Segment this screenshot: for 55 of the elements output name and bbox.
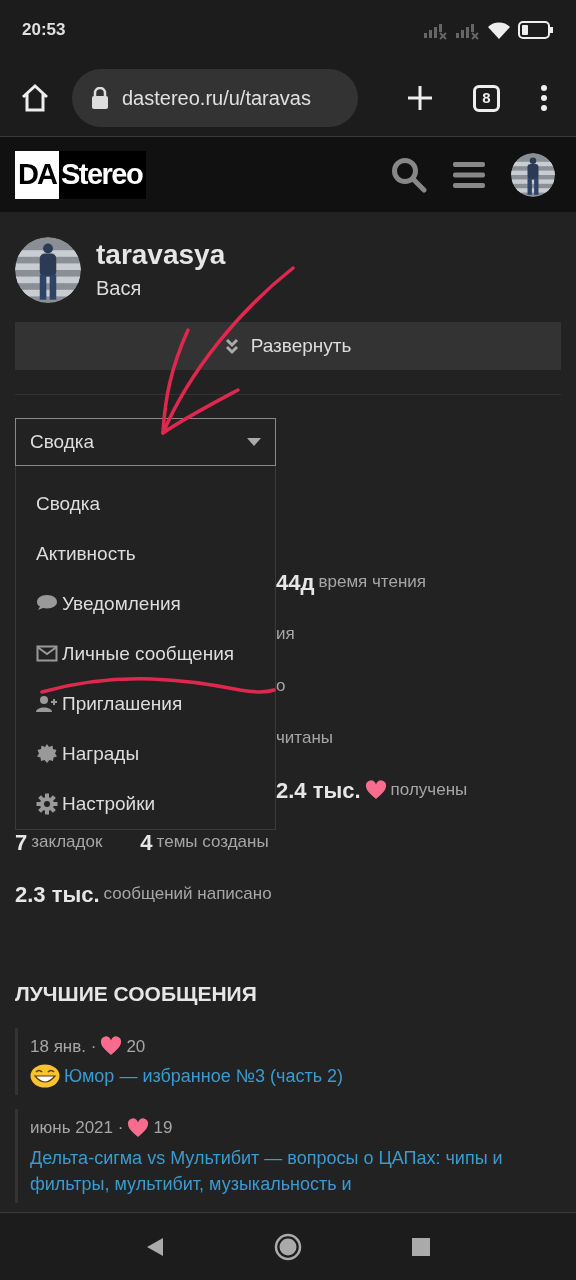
back-icon[interactable]	[146, 1236, 164, 1257]
stat-value: 44д	[276, 568, 315, 597]
wifi-icon	[486, 20, 512, 40]
view-select[interactable]: Сводка	[15, 418, 276, 466]
search-icon[interactable]	[391, 156, 427, 193]
new-tab-icon[interactable]	[407, 85, 433, 111]
heart-icon	[127, 1117, 150, 1138]
stat-label: закладок	[31, 831, 103, 854]
settings-icon	[36, 793, 58, 815]
post-link[interactable]: Юмор — избранное №3 (часть 2)	[64, 1063, 344, 1089]
home-icon[interactable]	[20, 83, 50, 113]
stat-label: читаны	[276, 727, 333, 750]
heart-icon	[364, 780, 387, 800]
badge-icon	[36, 743, 58, 765]
stat-value: 2.3 тыс.	[15, 880, 100, 909]
menu-item[interactable]: Приглашения	[16, 679, 275, 729]
more-icon[interactable]	[540, 85, 548, 111]
tab-count-button[interactable]: 8	[473, 84, 500, 112]
clock: 20:53	[22, 19, 66, 42]
stat-value: 7	[15, 828, 28, 857]
stat-label: получены	[390, 779, 468, 802]
dropdown-caret-icon	[247, 438, 261, 446]
section-heading: ЛУЧШИЕ СООБЩЕНИЯ	[15, 981, 258, 1007]
menu-item[interactable]: Настройки	[16, 779, 275, 829]
expand-button[interactable]: Развернуть	[15, 322, 561, 370]
grin-emoji-icon	[30, 1064, 60, 1088]
heart-icon	[100, 1036, 123, 1057]
post-date: июнь 2021 ·	[30, 1117, 124, 1139]
menu-icon[interactable]	[453, 160, 485, 189]
menu-item[interactable]: Уведомления	[16, 579, 275, 629]
menu-item[interactable]: Активность	[16, 529, 275, 579]
menu-item[interactable]: Награды	[16, 729, 275, 779]
address-bar[interactable]: dastereo.ru/u/taravas	[72, 69, 358, 127]
stat-label: ия	[276, 623, 295, 646]
stat-value: 2.4 тыс.	[276, 776, 361, 805]
battery-icon	[518, 20, 554, 40]
menu-item[interactable]: Личные сообщения	[16, 629, 275, 679]
post-link[interactable]: Дельта-сигма vs Мультибит — вопросы о ЦАПах: чипы и фильтры, мультибит, музыкальность и	[30, 1144, 561, 1197]
stat-value: 4	[140, 828, 153, 857]
stat-label: время чтения	[318, 571, 426, 594]
like-count: 20	[126, 1035, 146, 1058]
double-chevron-icon	[224, 337, 239, 355]
username: taravasya	[96, 238, 226, 272]
post-date: 18 янв. ·	[30, 1035, 97, 1058]
stat-label: о	[276, 675, 286, 698]
user-plus-icon	[36, 693, 58, 715]
display-name: Вася	[96, 276, 143, 301]
stat-label: сообщений написано	[103, 883, 272, 906]
lock-icon	[92, 87, 108, 109]
menu-item[interactable]: Сводка	[16, 479, 275, 529]
recents-icon[interactable]	[412, 1237, 430, 1256]
stat-label: темы созданы	[156, 831, 269, 854]
home-button-icon[interactable]	[274, 1232, 302, 1261]
envelope-icon	[36, 643, 58, 665]
like-count: 19	[153, 1117, 173, 1139]
